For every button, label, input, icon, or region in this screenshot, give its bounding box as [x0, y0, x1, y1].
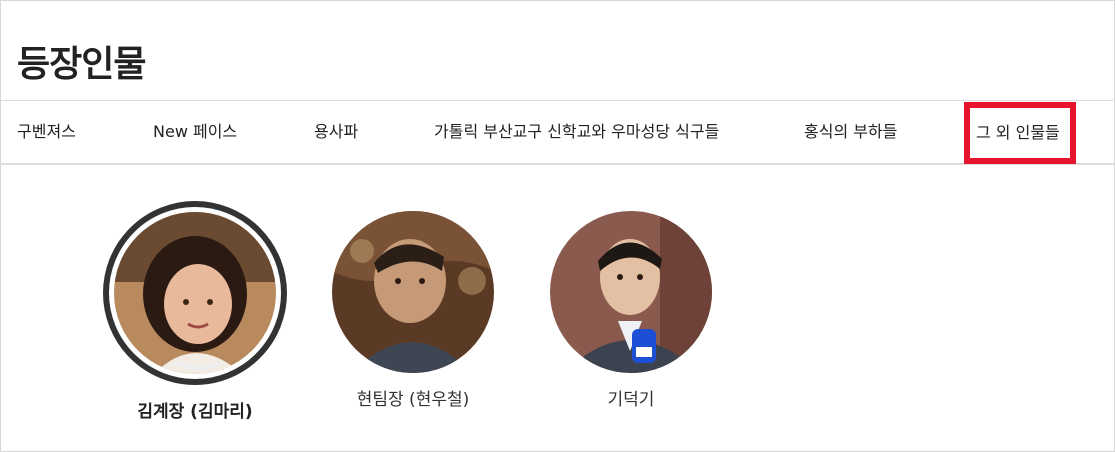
- avatar: [114, 212, 276, 374]
- tab-catholic-busan[interactable]: 가톨릭 부산교구 신학교와 우마성당 식구들: [434, 101, 719, 163]
- avatar: [332, 211, 494, 373]
- tab-other-characters[interactable]: 그 외 인물들: [964, 102, 1076, 164]
- character-card-hyun[interactable]: 현팀장 (현우철): [332, 211, 494, 410]
- character-name: 기덕기: [607, 390, 655, 410]
- page-title: 등장인물: [17, 44, 146, 85]
- character-card-gi[interactable]: 기덕기: [550, 211, 712, 410]
- tab-guvengers[interactable]: 구벤져스: [17, 101, 76, 163]
- avatar: [550, 211, 712, 373]
- character-card-kim[interactable]: 김계장 (김마리): [103, 201, 287, 422]
- character-name: 김계장 (김마리): [137, 402, 253, 422]
- tab-new-face[interactable]: New 페이스: [153, 101, 237, 163]
- avatar-ring: [103, 201, 287, 385]
- tab-yongsa-pa[interactable]: 용사파: [314, 101, 358, 163]
- character-name: 현팀장 (현우철): [356, 390, 470, 410]
- character-tabs: 구벤져스 New 페이스 용사파 가톨릭 부산교구 신학교와 우마성당 식구들 …: [1, 100, 1114, 165]
- tab-hongsik-subordinates[interactable]: 홍식의 부하들: [804, 101, 897, 163]
